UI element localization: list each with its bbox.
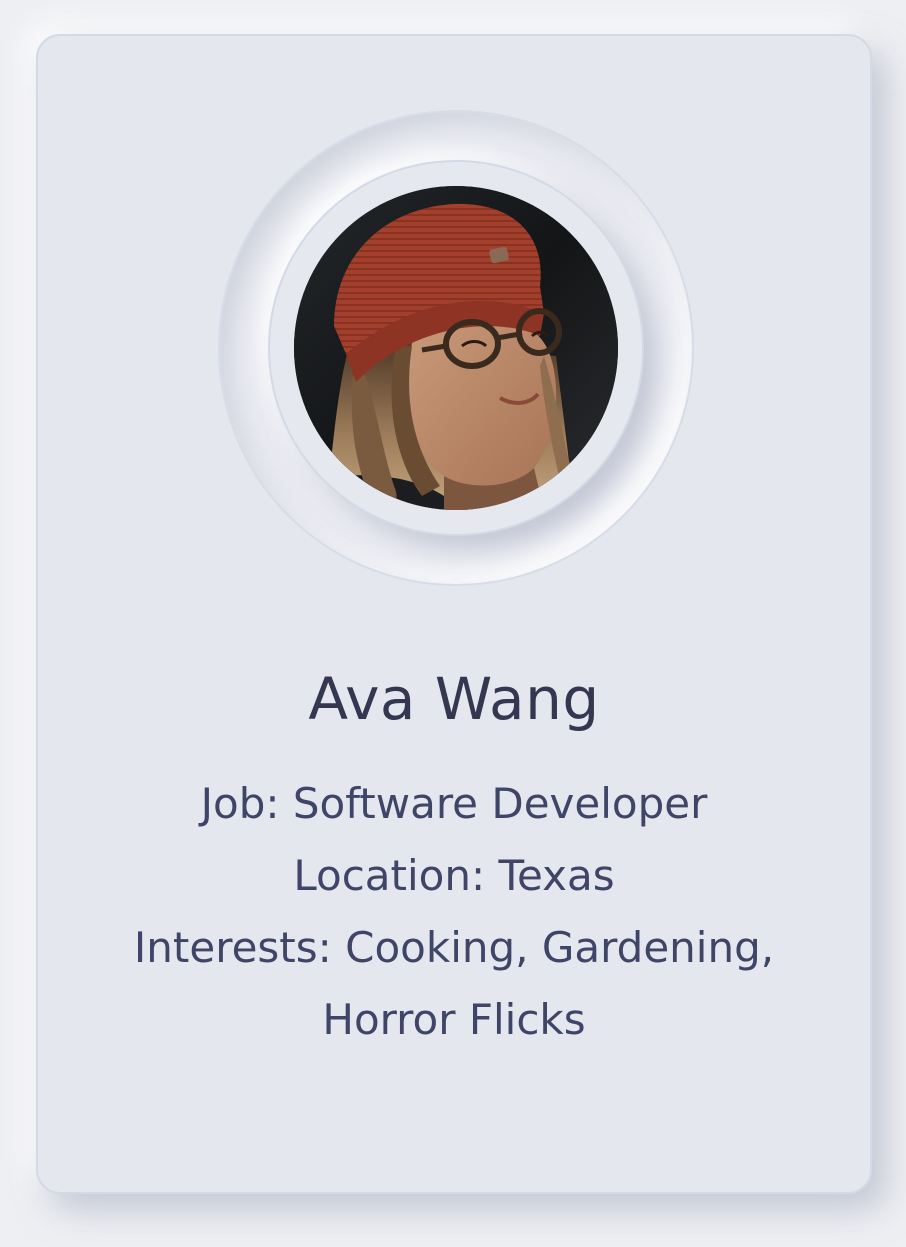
- interests-label: Interests:: [133, 923, 332, 972]
- avatar-photo: [294, 186, 618, 510]
- job-label: Job:: [200, 779, 280, 828]
- profile-name: Ava Wang: [308, 665, 600, 733]
- interests-value: Cooking, Gardening,: [345, 923, 775, 972]
- job-value: Software Developer: [292, 779, 708, 828]
- avatar-outer-ring: [218, 110, 694, 586]
- profile-card: Ava Wang Job: Software Developer Locatio…: [36, 34, 872, 1194]
- interests-line: Interests: Cooking, Gardening,: [98, 912, 810, 984]
- interests-line-continued: Horror Flicks: [322, 995, 586, 1044]
- location-value: Texas: [498, 851, 615, 900]
- location-line: Location: Texas: [98, 840, 810, 912]
- avatar: [294, 186, 618, 510]
- avatar-inner-ring: [268, 160, 644, 536]
- location-label: Location:: [293, 851, 486, 900]
- profile-details: Job: Software Developer Location: Texas …: [98, 768, 810, 1056]
- job-line: Job: Software Developer: [98, 768, 810, 840]
